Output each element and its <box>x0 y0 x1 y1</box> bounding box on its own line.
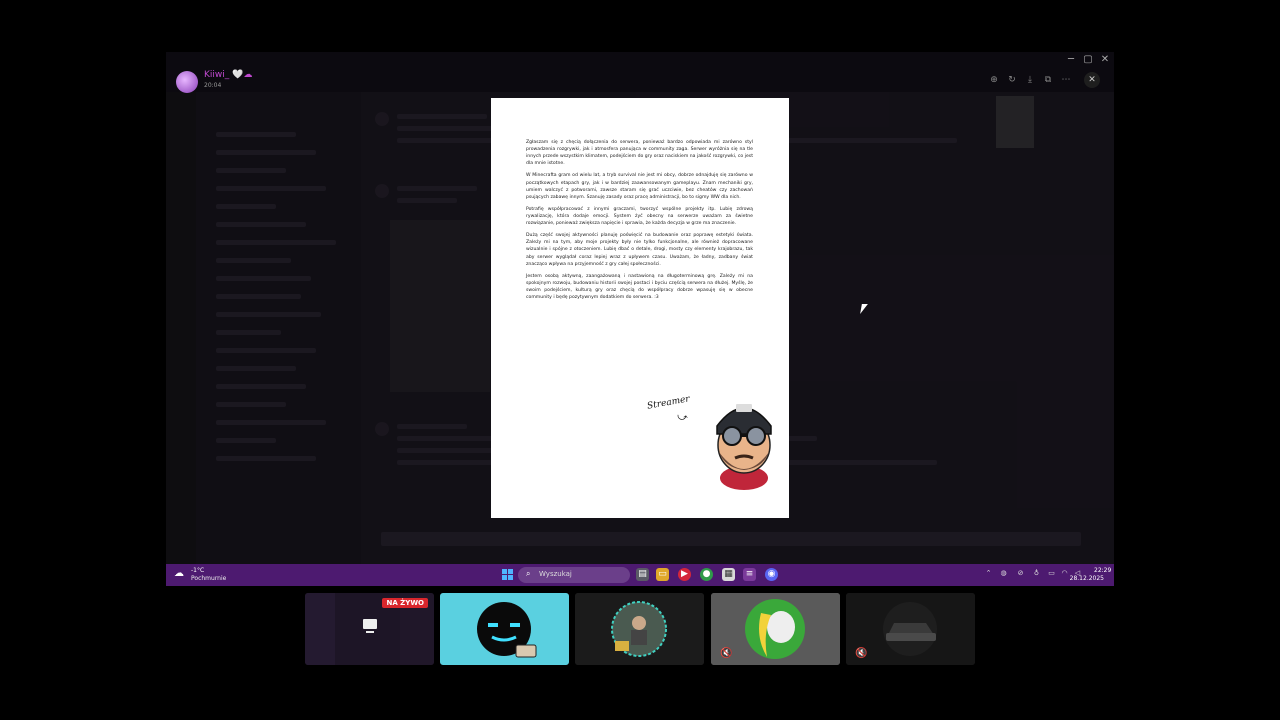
network-off-icon[interactable]: ⊘ <box>1015 569 1026 577</box>
more-icon[interactable]: ⋯ <box>1058 72 1074 88</box>
wifi-icon[interactable]: ◠ <box>1059 569 1070 577</box>
taskbar: ☁ -1°C Pochmurnie ⌕ Wyszukaj ▤ ▭ ▶ ● ▦ ≡… <box>166 564 1114 586</box>
microphone-icon[interactable]: ♁ <box>1031 569 1042 577</box>
uploader-name: Kiiwi_ 🤍☁ <box>204 70 253 80</box>
document-text: Zgłaszam się z chęcią dołączenia do serw… <box>526 139 753 306</box>
file-explorer-icon[interactable]: ▤ <box>636 568 649 581</box>
chevron-up-icon[interactable]: ⌃ <box>983 569 994 577</box>
open-external-icon[interactable]: ⧉ <box>1040 72 1056 88</box>
participant-tile-banana-cat[interactable]: 🔇 <box>711 593 840 665</box>
zoom-icon[interactable]: ⊕ <box>986 72 1002 88</box>
live-badge: NA ŻYWO <box>382 598 428 608</box>
display-icon[interactable]: ▭ <box>1046 569 1057 577</box>
paragraph: Dużą część swojej aktywności planuję poś… <box>526 233 753 267</box>
server-sidebar <box>166 92 196 564</box>
weather-condition[interactable]: Pochmurnie <box>191 575 226 582</box>
mute-icon: 🔇 <box>720 648 733 659</box>
window-close-icon[interactable]: ✕ <box>1097 54 1113 65</box>
signature-arrow-icon: ⤻ <box>676 411 689 424</box>
search-icon: ⌕ <box>526 569 531 578</box>
mute-icon: 🔇 <box>855 648 868 659</box>
clock-date[interactable]: 28.12.2025 <box>1070 575 1104 582</box>
photos-icon[interactable]: ▦ <box>722 568 735 581</box>
rotate-icon[interactable]: ↻ <box>1004 72 1020 88</box>
attachment-thumbnail <box>996 96 1034 148</box>
maximize-icon[interactable]: ▢ <box>1080 54 1096 65</box>
paragraph: Potrafię współpracować z innymi graczami… <box>526 206 753 227</box>
start-button[interactable] <box>502 569 514 581</box>
weather-temperature[interactable]: -1°C <box>191 567 204 574</box>
clock-time[interactable]: 22:29 <box>1094 567 1111 574</box>
glowing-mask-avatar <box>442 595 567 663</box>
close-viewer-button[interactable]: ✕ <box>1084 72 1100 88</box>
participant-tile-seated[interactable] <box>575 593 704 665</box>
folder-icon[interactable]: ▭ <box>656 568 669 581</box>
minimize-icon[interactable]: ─ <box>1063 54 1079 65</box>
media-player-icon[interactable]: ▶ <box>678 568 691 581</box>
vpn-icon[interactable]: ◍ <box>998 569 1009 577</box>
document-image: Zgłaszam się z chęcią dołączenia do serw… <box>491 98 789 518</box>
attachment-preview <box>390 220 490 392</box>
participant-tile-screen-share[interactable]: NA ŻYWO <box>305 593 434 665</box>
streamer-mascot-illustration <box>716 404 772 490</box>
paragraph: Jestem osobą aktywną, zaangażowaną i nas… <box>526 273 753 301</box>
game-launcher-icon[interactable]: ≡ <box>743 568 756 581</box>
avatar <box>176 71 198 93</box>
channel-list <box>196 92 361 564</box>
search-placeholder: Wyszukaj <box>539 570 572 578</box>
download-icon[interactable]: ⤓ <box>1022 72 1038 88</box>
discord-icon[interactable]: ◉ <box>765 568 778 581</box>
weather-cloud-icon[interactable]: ☁ <box>174 568 188 580</box>
participant-tile-active[interactable] <box>440 593 569 665</box>
paragraph: W Minecrafta gram od wielu lat, a tryb s… <box>526 173 753 200</box>
paragraph: Zgłaszam się z chęcią dołączenia do serw… <box>526 140 753 167</box>
chrome-icon[interactable]: ● <box>700 568 713 581</box>
signature-text: Streamer <box>646 394 691 412</box>
person-seated-avatar <box>575 593 704 665</box>
taskbar-search[interactable]: ⌕ Wyszukaj <box>518 567 630 583</box>
upload-time: 20:04 <box>204 82 222 89</box>
participant-tile-car[interactable]: 🔇 <box>846 593 975 665</box>
